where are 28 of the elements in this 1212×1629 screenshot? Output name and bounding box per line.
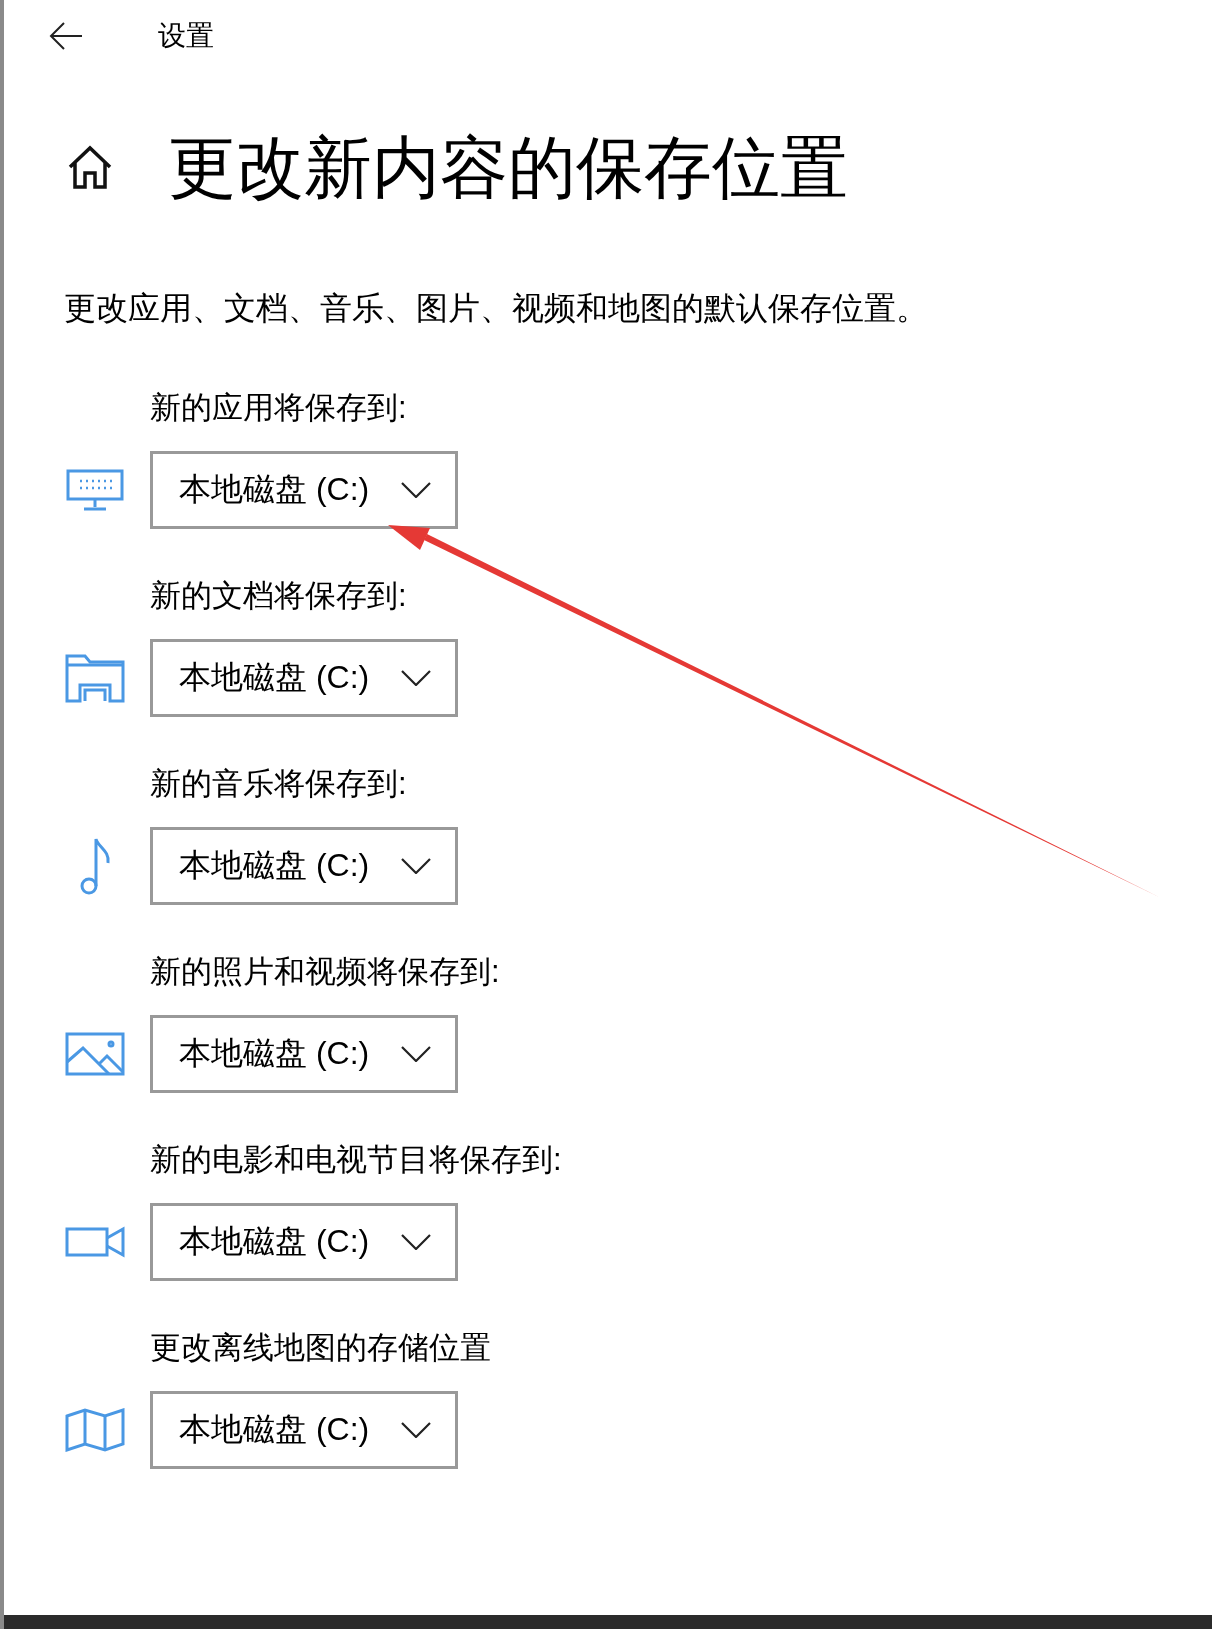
drive-dropdown[interactable]: 本地磁盘 (C:) (150, 638, 458, 717)
section-label: 新的照片和视频将保存到: (150, 952, 501, 991)
home-icon[interactable] (66, 145, 114, 190)
section-label: 新的文档将保存到: (150, 576, 408, 615)
monitor-icon (66, 468, 124, 511)
chevron-icon (401, 1421, 431, 1438)
chevron-icon (401, 481, 431, 498)
picture-icon (65, 1031, 125, 1076)
chevron-icon (401, 1045, 431, 1062)
map-icon (65, 1407, 125, 1452)
drive-dropdown[interactable]: 本地磁盘 (C:) (150, 450, 458, 529)
section-label: 新的电影和电视节目将保存到: (150, 1140, 563, 1179)
description: 更改应用、文档、音乐、图片、视频和地图的默认保存位置。 (64, 288, 929, 328)
drive-dropdown[interactable]: 本地磁盘 (C:) (150, 826, 458, 905)
page-title: 更改新内容的保存位置 (168, 130, 848, 205)
folder-icon (65, 652, 125, 703)
drive-dropdown[interactable]: 本地磁盘 (C:) (150, 1202, 458, 1281)
section-label: 新的应用将保存到: (150, 388, 408, 427)
chevron-icon (401, 669, 431, 686)
chevron-icon (401, 857, 431, 874)
drive-dropdown[interactable]: 本地磁盘 (C:) (150, 1014, 458, 1093)
video-camera-icon (65, 1225, 125, 1258)
section-label: 新的音乐将保存到: (150, 764, 408, 803)
section-label: 更改离线地图的存储位置 (150, 1328, 492, 1367)
chevron-icon (401, 1233, 431, 1250)
drive-dropdown[interactable]: 本地磁盘 (C:) (150, 1390, 458, 1469)
back-icon[interactable] (48, 21, 84, 51)
window-title: 设置 (158, 19, 214, 53)
